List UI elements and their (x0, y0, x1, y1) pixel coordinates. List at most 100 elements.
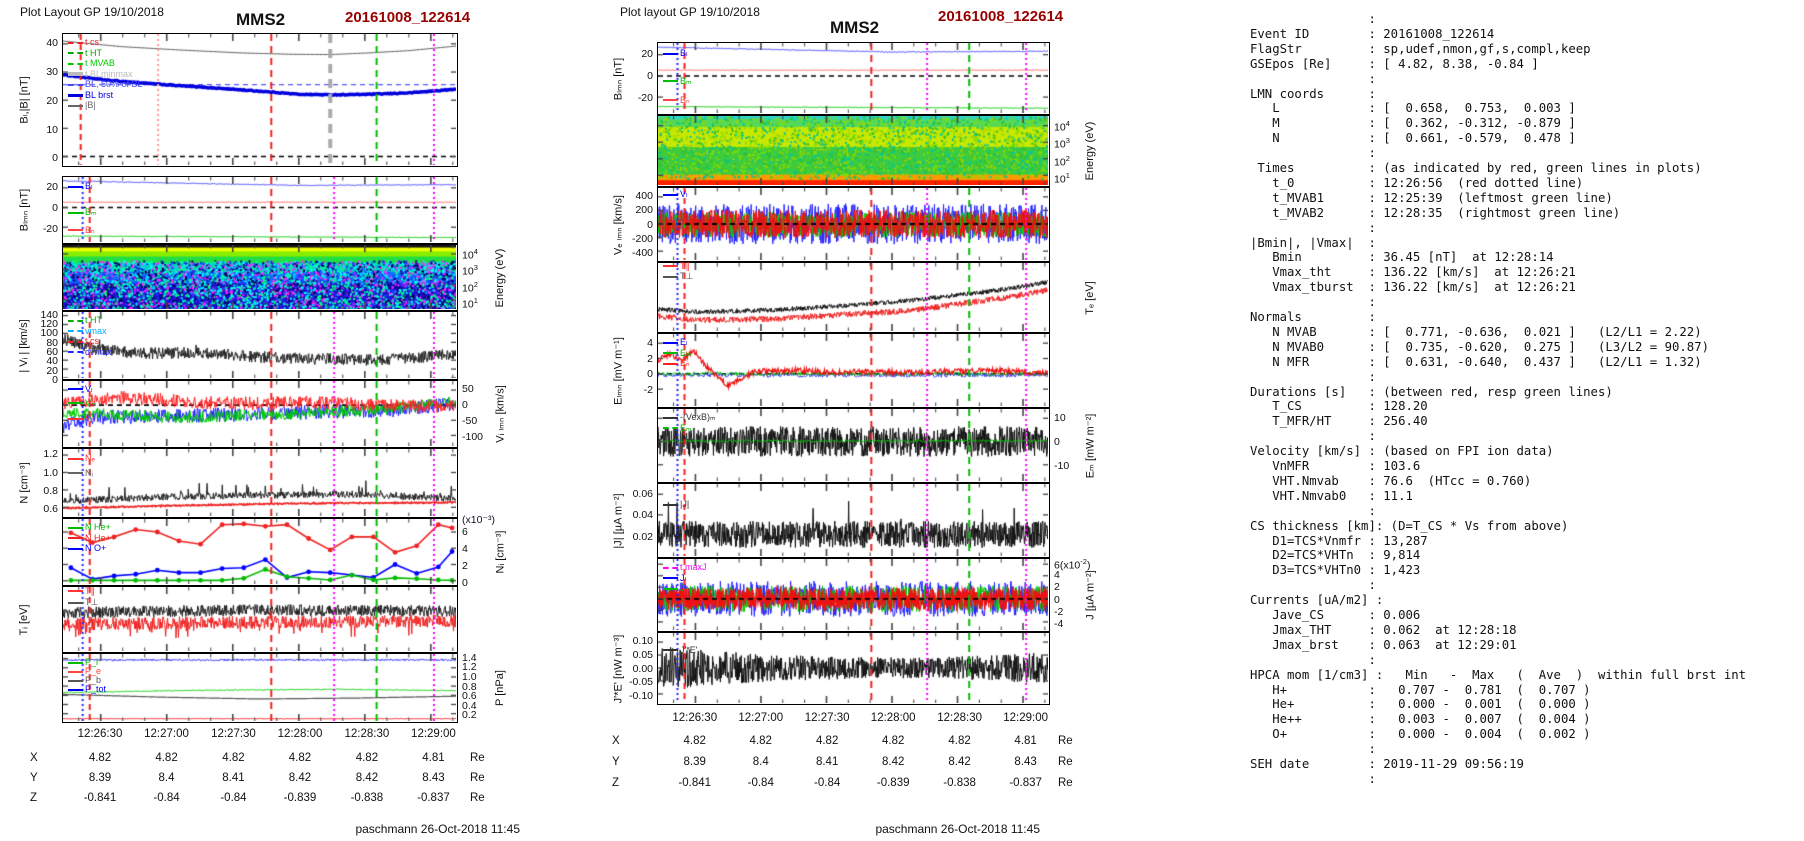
panel-te-legend-item: T⊥ (663, 271, 693, 281)
info-line: : (1250, 295, 1376, 310)
legend-label: Vₗ (680, 189, 688, 200)
panel-vi-mag (62, 311, 458, 380)
ephemeris-value: 4.81 (422, 752, 445, 764)
info-line: : (1250, 742, 1376, 757)
legend-label: P_tot (85, 684, 107, 695)
ephemeris-value: -0.84 (220, 792, 247, 804)
info-line: : (1250, 429, 1376, 444)
legend-label: Bₗ (680, 48, 688, 59)
ephemeris-value: -0.837 (1009, 777, 1042, 789)
ephemeris-value: 4.82 (683, 735, 706, 747)
panel-blmn-legend-item: Bₗ (68, 181, 93, 191)
info-line: : (1250, 146, 1376, 161)
info-line: FlagStr : sp,udef,nmon,gf,s,compl,keep (1250, 41, 1591, 56)
legend-line-sample (68, 351, 83, 354)
panel-pressure-legend-item: P_tot (68, 684, 106, 694)
panel-vi-mag-legend-item: dvmax (68, 347, 112, 357)
panel-bl-babs-legend-item: |B| (68, 100, 96, 110)
legend-label: t BLminmax (85, 68, 133, 79)
panel-blmn-legend-item: Bₙ (663, 95, 690, 105)
panel-blmn-legend-item: Bₘ (663, 76, 692, 86)
info-line: Event ID : 20161008_122614 (1250, 26, 1495, 41)
panel-hpca-density-canvas (63, 519, 456, 584)
panel-hpca-density-legend-item: N O+ (68, 543, 106, 553)
panel-j-lmn-legend-item: t maxJ (663, 562, 707, 572)
panel-em-legend-item: Eₘ (663, 423, 692, 433)
ephemeris-value: 8.41 (815, 756, 839, 768)
info-line: VnMFR : 103.6 (1250, 459, 1421, 473)
legend-line-sample (68, 185, 83, 188)
ephemeris-unit: Re (1058, 777, 1073, 789)
ephemeris-value: -0.84 (814, 777, 841, 789)
info-line: Times : (as indicated by red, green line… (1250, 161, 1702, 175)
info-line: : (1250, 369, 1376, 384)
left-figure-title: MMS2 (236, 10, 286, 29)
legend-line-sample (68, 52, 83, 55)
panel-vi-mag-canvas (63, 312, 456, 378)
panel-vi-lmn-legend-item: Vₙ (68, 413, 95, 423)
panel-density (62, 448, 458, 518)
legend-label: Nₑ (85, 453, 95, 463)
legend-line-sample (663, 427, 678, 430)
panel-bl-babs (62, 33, 458, 167)
legend-label: BL brst (85, 89, 114, 100)
panel-vi-lmn (62, 380, 458, 448)
ephemeris-value: 4.82 (881, 735, 905, 747)
panel-bl-babs-legend-item: BL, 50% of BL (68, 79, 143, 89)
panel-te (657, 262, 1050, 333)
panel-ion-spectrogram-ylabel-right: Energy (eV) (494, 248, 506, 307)
legend-label: Eₘ (680, 347, 692, 358)
ephemeris-value: 8.42 (881, 756, 905, 768)
panel-hpca-density-legend-item: N He+ (68, 522, 111, 532)
legend-line-sample (663, 587, 678, 590)
time-tick-label: 12:28:00 (870, 712, 916, 724)
ephemeris-unit: Re (470, 792, 485, 804)
panel-density-ylabel: N [cm⁻³] (18, 462, 31, 504)
panel-electron-spectrogram-canvas (658, 116, 1048, 185)
panel-vi-mag-legend-item: t HT (68, 315, 102, 325)
panel-bl-babs-legend-item: BL brst (68, 90, 113, 100)
legend-line-sample (68, 601, 83, 604)
ephemeris-value: 4.82 (948, 735, 971, 747)
ephemeris-value: 4.82 (88, 752, 112, 764)
ephemeris-value: -0.838 (350, 792, 384, 804)
panel-jmag (657, 483, 1050, 558)
ephemeris-unit: Re (1058, 735, 1073, 747)
legend-line-sample (68, 670, 83, 673)
legend-label: |B| (85, 100, 96, 110)
legend-line-sample (68, 72, 83, 77)
legend-line-sample (663, 416, 678, 419)
time-tick-label: 12:28:30 (937, 712, 982, 724)
info-line: Jmax_THT : 0.062 at 12:28:18 (1250, 622, 1517, 637)
panel-vi-mag-ylabel: | Vᵢ | [km/s] (18, 318, 30, 373)
info-line: T_MFR/HT : 256.40 (1250, 414, 1428, 429)
ephemeris-value: -0.838 (943, 777, 976, 789)
ephemeris-row-label: X (612, 735, 620, 747)
legend-line-sample (663, 341, 678, 344)
panel-jdote-legend-item: J'*E' (663, 645, 697, 655)
panel-vi-lmn-ylabel-right: Vᵢ ₗₘₙ [km/s] (494, 385, 507, 443)
panel-j-lmn-legend-item: Jₗ (663, 573, 686, 583)
panel-j-lmn-legend-item: Jₘ (663, 583, 690, 593)
panel-e-lmn-legend-item: Eₘ (663, 348, 692, 358)
legend-line-sample (68, 679, 83, 682)
legend-label: t HT (85, 315, 102, 325)
info-line: D2=TCS*VHTn : 9,814 (1250, 548, 1421, 563)
info-line: SEH date : 2019-11-29 09:56:19 (1250, 757, 1524, 771)
ephemeris-value: 4.82 (288, 752, 312, 764)
panel-pressure (62, 653, 458, 723)
info-line: M : [ 0.362, -0.312, -0.879 ] (1250, 116, 1576, 131)
panel-density-legend-item: Nₑ (68, 453, 95, 463)
legend-label: Bₘ (85, 207, 97, 218)
panel-j-lmn-ylabel-right: J [µA m⁻²] (1084, 570, 1097, 620)
ephemeris-row-label: Y (30, 772, 38, 784)
legend-line-sample (68, 472, 83, 475)
ephemeris-value: 8.4 (752, 756, 769, 768)
panel-pressure-canvas (63, 654, 456, 721)
info-line: D3=TCS*VHTn0 : 1,423 (1250, 563, 1421, 578)
legend-line-sample (68, 402, 83, 405)
panel-vi-mag-legend-item: vmax (68, 326, 107, 336)
panel-bl-babs-legend-item: t BLminmax (68, 69, 133, 79)
ephemeris-value: 8.4 (158, 772, 175, 784)
ephemeris-value: 8.41 (222, 772, 245, 784)
